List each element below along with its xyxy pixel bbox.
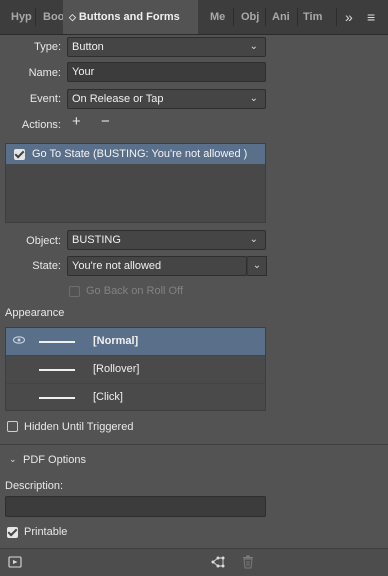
chevron-down-icon: ⌄ [249, 234, 258, 245]
tab-animation[interactable]: Ani [272, 0, 294, 34]
convert-to-button-icon[interactable] [211, 555, 227, 569]
printable-checkbox[interactable] [7, 527, 18, 538]
panel-bottom-bar [0, 548, 388, 576]
chevron-down-icon: ⌄ [249, 41, 258, 52]
object-select[interactable]: BUSTING ⌄ [67, 230, 266, 250]
name-value: Your [72, 66, 95, 78]
panel-tab-bar: Hyp Boo ◇ Buttons and Forms Me Obj Ani Ti… [0, 0, 388, 35]
chevron-down-icon: ⌄ [252, 260, 262, 271]
name-label: Name: [28, 67, 61, 79]
tab-hyperlinks[interactable]: Hyp [11, 0, 33, 34]
state-label: State: [32, 260, 61, 272]
appearance-item-click[interactable]: [Click] [6, 384, 265, 411]
remove-action-icon[interactable]: − [101, 113, 110, 130]
type-select[interactable]: Button ⌄ [67, 37, 266, 57]
chevron-down-icon: ⌄ [249, 93, 258, 104]
tab-timing[interactable]: Tim [303, 0, 325, 34]
type-label: Type: [34, 41, 61, 53]
chevron-down-icon[interactable]: ⌄ [9, 454, 17, 465]
actions-label: Actions: [21, 119, 61, 131]
tab-object-states[interactable]: Obj [241, 0, 262, 34]
up-down-arrows-icon: ◇ [69, 12, 76, 22]
event-select[interactable]: On Release or Tap ⌄ [67, 89, 266, 109]
appearance-label: Appearance [5, 307, 65, 319]
preview-icon[interactable] [8, 555, 22, 569]
appearance-item-label: [Rollover] [93, 363, 140, 375]
action-enabled-checkbox[interactable] [14, 149, 25, 160]
printable-label: Printable [24, 526, 68, 538]
action-list-item[interactable]: Go To State (BUSTING: You're not allowed… [6, 144, 265, 164]
tab-separator [265, 8, 266, 26]
go-back-checkbox[interactable] [69, 286, 80, 297]
tab-buttons-and-forms[interactable]: ◇ Buttons and Forms [63, 0, 198, 34]
hidden-until-triggered-label: Hidden Until Triggered [24, 421, 134, 433]
name-field[interactable]: Your [67, 62, 266, 82]
description-field[interactable] [5, 496, 266, 517]
section-divider [0, 444, 388, 445]
state-select[interactable]: You're not allowed [67, 256, 247, 276]
appearance-item-label: [Normal] [93, 335, 139, 347]
tab-separator [35, 8, 36, 26]
pdf-options-label[interactable]: PDF Options [23, 454, 86, 466]
tab-separator [297, 8, 298, 26]
object-label: Object: [26, 235, 61, 247]
event-label: Event: [29, 93, 61, 105]
buttons-and-forms-panel: Hyp Boo ◇ Buttons and Forms Me Obj Ani Ti… [0, 0, 388, 576]
state-dropdown-button[interactable]: ⌄ [247, 256, 267, 276]
go-back-label: Go Back on Roll Off [86, 285, 184, 297]
appearance-item-normal[interactable]: [Normal] [6, 328, 265, 356]
state-value: You're not allowed [72, 260, 162, 272]
appearance-thumbnail [39, 341, 75, 343]
tab-separator [233, 8, 234, 26]
tab-buttons-and-forms-label: Buttons and Forms [78, 11, 180, 23]
appearance-list: [Normal] [Rollover] [Click] [5, 327, 266, 411]
panel-menu-icon[interactable]: ≡ [367, 0, 375, 34]
tab-media[interactable]: Me [210, 0, 230, 34]
tab-bookmarks[interactable]: Boo [43, 0, 63, 34]
appearance-item-label: [Click] [93, 391, 123, 403]
actions-list: Go To State (BUSTING: You're not allowed… [5, 143, 266, 223]
tab-separator [336, 8, 337, 26]
appearance-thumbnail [39, 397, 75, 399]
add-action-icon[interactable]: + [72, 113, 81, 130]
tab-overflow-icon[interactable]: » [345, 0, 353, 34]
appearance-thumbnail [39, 369, 75, 371]
action-text: Go To State (BUSTING: You're not allowed… [32, 148, 248, 160]
eye-icon[interactable] [12, 333, 26, 347]
description-label: Description: [5, 480, 64, 492]
type-value: Button [72, 41, 104, 53]
appearance-item-rollover[interactable]: [Rollover] [6, 356, 265, 384]
object-value: BUSTING [72, 234, 121, 246]
event-value: On Release or Tap [72, 93, 164, 105]
hidden-until-triggered-checkbox[interactable] [7, 421, 18, 432]
trash-icon[interactable] [242, 555, 254, 569]
